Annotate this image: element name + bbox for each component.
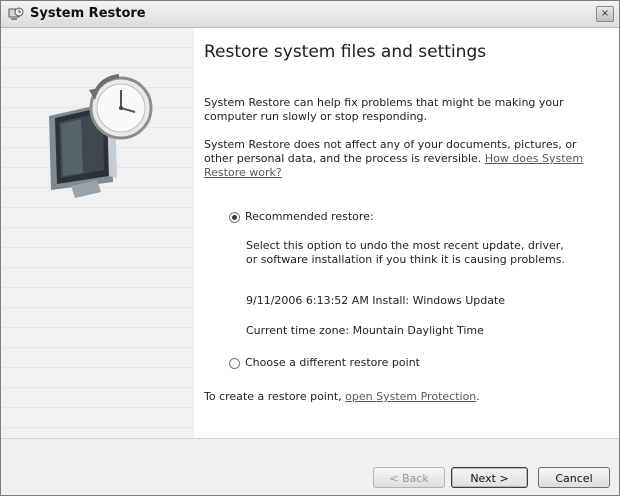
back-button[interactable]: < Back [373, 467, 445, 488]
recommended-restore-label[interactable]: Recommended restore: [245, 210, 374, 223]
different-restore-radio[interactable] [229, 358, 240, 369]
cancel-button[interactable]: Cancel [538, 467, 610, 488]
different-restore-label[interactable]: Choose a different restore point [245, 356, 420, 369]
close-icon: × [600, 8, 610, 19]
system-restore-icon [8, 7, 24, 20]
next-button[interactable]: Next > [451, 467, 528, 488]
page-heading: Restore system files and settings [204, 42, 487, 62]
window-title: System Restore [30, 6, 146, 21]
side-panel [1, 28, 194, 438]
content-area: Restore system files and settings System… [194, 28, 619, 438]
restore-point-info: 9/11/2006 6:13:52 AM Install: Windows Up… [246, 294, 506, 307]
recommended-restore-radio[interactable] [229, 212, 240, 223]
open-system-protection-link[interactable]: open System Protection [345, 390, 476, 403]
recommended-description: Select this option to undo the most rece… [246, 239, 565, 266]
reversible-text: System Restore does not affect any of yo… [204, 138, 584, 180]
button-bar: < Back Next > Cancel [1, 438, 619, 495]
title-bar[interactable]: System Restore × [1, 1, 619, 28]
protection-text-body: To create a restore point, [204, 390, 342, 403]
protection-text: To create a restore point, open System P… [204, 390, 584, 404]
system-restore-illustration-icon [49, 74, 153, 198]
timezone-info: Current time zone: Mountain Daylight Tim… [246, 324, 484, 337]
protection-text-end: . [476, 390, 480, 403]
system-restore-window: System Restore × Restore system files an… [0, 0, 620, 496]
description-text: System Restore can help fix problems tha… [204, 96, 564, 123]
close-button[interactable]: × [596, 6, 614, 22]
